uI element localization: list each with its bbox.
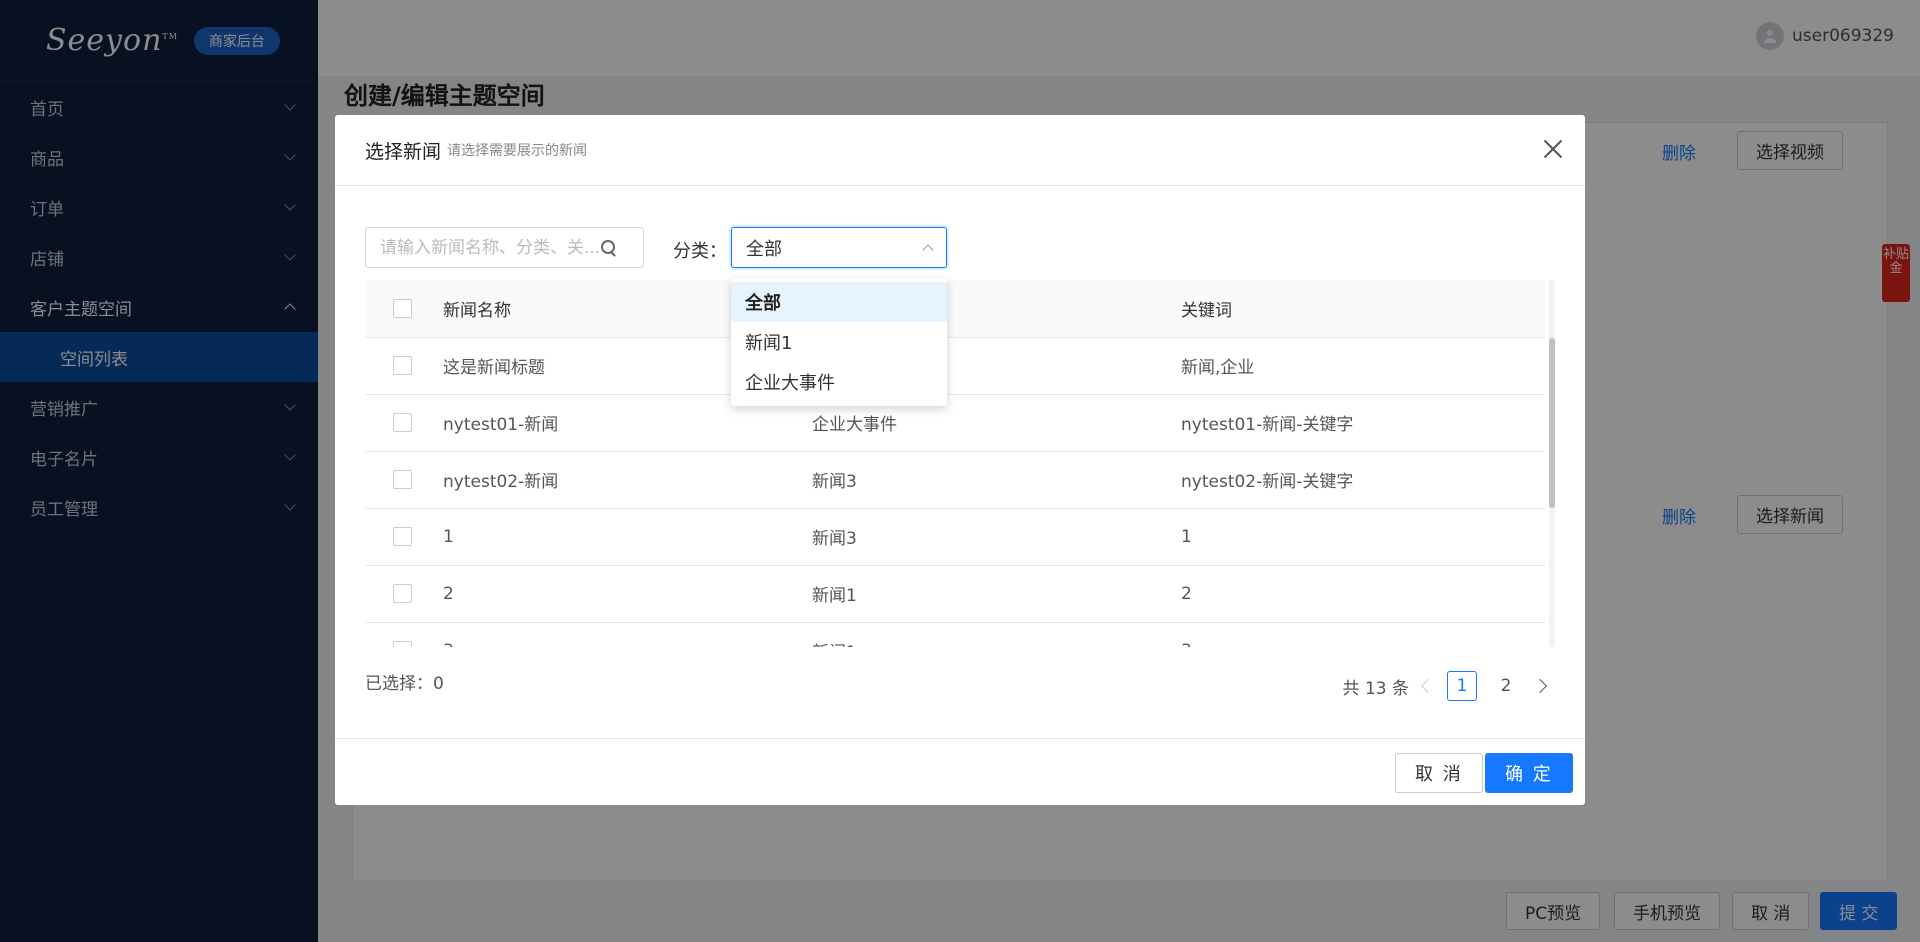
table-row[interactable]: nytest02-新闻 新闻3 nytest02-新闻-关键字	[365, 451, 1545, 509]
category-dropdown: 全部 新闻1 企业大事件	[731, 278, 947, 406]
modal-header: 选择新闻 请选择需要展示的新闻	[335, 115, 1585, 186]
category-select-value: 全部	[746, 238, 782, 260]
modal-footer: 取 消 确 定	[335, 738, 1585, 805]
modal-confirm-button[interactable]: 确 定	[1485, 753, 1573, 793]
table-row[interactable]: 1 新闻3 1	[365, 508, 1545, 566]
cell-category: 新闻3	[812, 508, 1181, 566]
cell-category: 新闻1	[812, 565, 1181, 623]
cell-name: 1	[443, 508, 812, 566]
row-checkbox[interactable]	[393, 470, 412, 489]
total-count: 共 13 条	[1342, 678, 1409, 699]
modal-cancel-button[interactable]: 取 消	[1395, 753, 1483, 793]
table-row[interactable]: 这是新闻标题 新闻,企业	[365, 337, 1545, 395]
select-all-checkbox[interactable]	[393, 298, 412, 318]
cell-keywords: 3	[1181, 622, 1545, 647]
table-row[interactable]: 3 新闻1 3	[365, 622, 1545, 647]
table-scrollbar[interactable]	[1549, 280, 1555, 647]
cell-keywords: 新闻,企业	[1181, 337, 1545, 395]
table-row[interactable]: 2 新闻1 2	[365, 565, 1545, 623]
cell-keywords: 2	[1181, 565, 1545, 623]
modal-title: 选择新闻	[365, 140, 442, 163]
prev-page-icon[interactable]	[1420, 678, 1436, 694]
cell-category: 新闻1	[812, 622, 1181, 647]
dropdown-option-news1[interactable]: 新闻1	[731, 322, 947, 362]
page-2[interactable]: 2	[1491, 671, 1521, 701]
row-checkbox[interactable]	[393, 584, 412, 603]
selected-count: 已选择：0	[365, 674, 444, 694]
page-1[interactable]: 1	[1447, 671, 1477, 701]
row-checkbox[interactable]	[393, 641, 412, 647]
select-news-modal: 选择新闻 请选择需要展示的新闻 分类： 全部 新闻名称 分类 关键词	[335, 115, 1585, 805]
cell-keywords: nytest02-新闻-关键字	[1181, 451, 1545, 509]
pagination: 共 13 条 1 2	[1342, 671, 1548, 701]
row-checkbox[interactable]	[393, 413, 412, 432]
cell-name: 2	[443, 565, 812, 623]
scrollbar-thumb[interactable]	[1549, 338, 1555, 508]
dropdown-option-enterprise-events[interactable]: 企业大事件	[731, 362, 947, 402]
cell-keywords: 1	[1181, 508, 1545, 566]
search-input[interactable]	[380, 237, 600, 258]
cell-name: 3	[443, 622, 812, 647]
cell-keywords: nytest01-新闻-关键字	[1181, 394, 1545, 452]
table-row[interactable]: nytest01-新闻 企业大事件 nytest01-新闻-关键字	[365, 394, 1545, 452]
dropdown-option-all[interactable]: 全部	[731, 282, 947, 322]
cell-name: nytest02-新闻	[443, 451, 812, 509]
category-select[interactable]: 全部	[731, 227, 947, 268]
row-checkbox[interactable]	[393, 356, 412, 375]
table-header-row: 新闻名称 分类 关键词	[365, 280, 1545, 338]
row-checkbox[interactable]	[393, 527, 412, 546]
next-page-icon[interactable]	[1532, 678, 1548, 694]
close-icon[interactable]	[1543, 139, 1563, 159]
search-icon[interactable]	[600, 239, 618, 257]
chevron-up-icon	[922, 243, 934, 256]
category-filter-label: 分类：	[673, 241, 727, 262]
search-box	[365, 227, 644, 268]
modal-subtitle: 请选择需要展示的新闻	[447, 143, 588, 159]
news-table: 新闻名称 分类 关键词 这是新闻标题 新闻,企业 nytest01-新闻 企业大…	[365, 280, 1555, 647]
cell-category: 新闻3	[812, 451, 1181, 509]
column-header-keywords: 关键词	[1181, 280, 1545, 338]
